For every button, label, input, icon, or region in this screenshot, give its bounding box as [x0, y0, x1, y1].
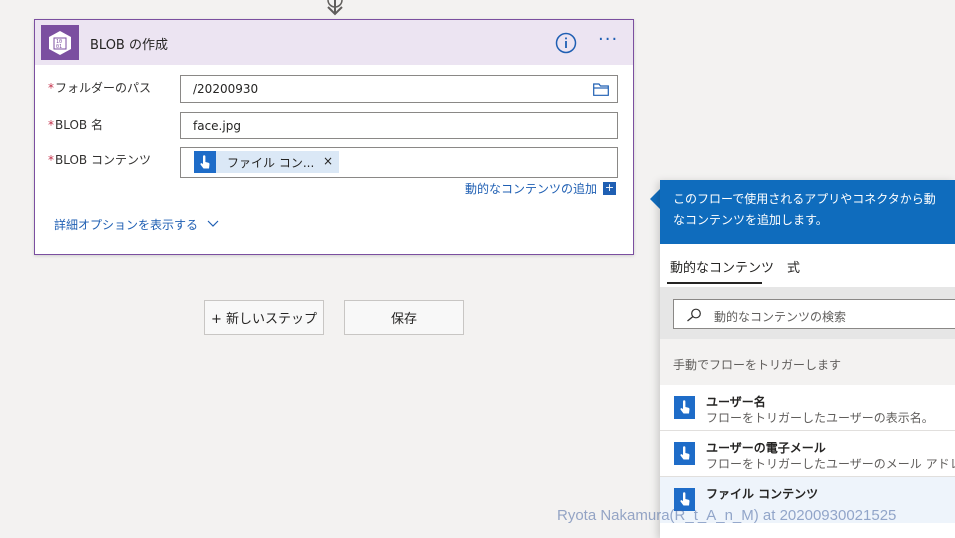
item-description: フローをトリガーしたユーザーの表示名。	[706, 411, 934, 425]
action-title: BLOB の作成	[90, 38, 168, 53]
add-dynamic-content-icon[interactable]: +	[603, 182, 616, 195]
panel-header: このフローで使用されるアプリやコネクタから動 なコンテンツを追加します。	[660, 180, 955, 244]
blob-name-label-text: BLOB 名	[55, 118, 103, 132]
panel-header-line-1: このフローで使用されるアプリやコネクタから動	[673, 192, 936, 206]
add-dynamic-content-link[interactable]: 動的なコンテンツの追加	[465, 180, 597, 197]
folder-path-label-text: フォルダーのパス	[55, 81, 152, 95]
panel-tabs: 動的なコンテンツ 式	[660, 244, 955, 286]
tab-expression[interactable]: 式	[787, 257, 800, 276]
folder-path-input[interactable]: /20200930	[180, 75, 618, 103]
connector-arrow-icon	[327, 0, 343, 16]
item-title: ユーザー名	[706, 395, 766, 409]
manual-trigger-icon	[674, 442, 695, 465]
blob-name-label: *BLOB 名	[48, 116, 103, 133]
manual-trigger-icon	[194, 151, 216, 173]
dynamic-content-search-input[interactable]: 動的なコンテンツの検索	[673, 299, 955, 329]
save-button[interactable]: 保存	[344, 300, 464, 335]
new-step-button[interactable]: + 新しいステップ	[204, 300, 324, 335]
watermark-text: Ryota Nakamura(R_t_A_n_M) at 20200930021…	[557, 507, 897, 524]
show-advanced-options-link[interactable]: 詳細オプションを表示する	[54, 216, 198, 233]
trigger-section-title: 手動でフローをトリガーします	[673, 358, 842, 372]
folder-browse-icon[interactable]	[593, 83, 609, 96]
search-icon	[687, 308, 701, 322]
search-area: 動的なコンテンツの検索	[660, 287, 955, 339]
token-remove-icon[interactable]: ×	[323, 154, 333, 168]
action-card-header[interactable]: 10 01 BLOB の作成 ···	[35, 20, 633, 65]
dynamic-content-panel: このフローで使用されるアプリやコネクタから動 なコンテンツを追加します。 動的な…	[660, 180, 955, 538]
blob-content-label-text: BLOB コンテンツ	[55, 153, 151, 167]
svg-text:01: 01	[56, 44, 62, 50]
more-options-icon[interactable]: ···	[598, 31, 624, 53]
blob-content-input[interactable]: ファイル コン... ×	[180, 147, 618, 178]
info-icon[interactable]	[555, 32, 577, 54]
chevron-down-icon[interactable]	[207, 220, 219, 228]
folder-path-label: *フォルダーのパス	[48, 79, 151, 96]
required-mark: *	[48, 153, 54, 167]
dynamic-item-user-name[interactable]: ユーザー名 フローをトリガーしたユーザーの表示名。	[660, 385, 955, 431]
required-mark: *	[48, 118, 54, 132]
blob-name-input[interactable]: face.jpg	[180, 112, 618, 139]
active-tab-indicator	[667, 282, 762, 284]
trigger-section-header: 手動でフローをトリガーします	[660, 339, 955, 385]
file-content-token[interactable]: ファイル コン... ×	[194, 151, 339, 173]
item-description: フローをトリガーしたユーザーのメール アドレ	[706, 457, 955, 471]
search-placeholder: 動的なコンテンツの検索	[714, 310, 847, 324]
item-title: ファイル コンテンツ	[706, 487, 819, 501]
blob-content-label: *BLOB コンテンツ	[48, 151, 151, 168]
dynamic-item-user-email[interactable]: ユーザーの電子メール フローをトリガーしたユーザーのメール アドレ	[660, 431, 955, 477]
blob-storage-icon: 10 01	[41, 25, 79, 60]
tab-dynamic-content[interactable]: 動的なコンテンツ	[670, 257, 774, 276]
token-label: ファイル コン...	[227, 155, 315, 170]
blob-name-value: face.jpg	[193, 119, 241, 133]
panel-header-line-2: なコンテンツを追加します。	[673, 213, 828, 227]
create-blob-action-card[interactable]: 10 01 BLOB の作成 ··· *フォルダーのパス /20200930 *…	[34, 19, 634, 255]
item-title: ユーザーの電子メール	[706, 441, 826, 455]
required-mark: *	[48, 81, 54, 95]
manual-trigger-icon	[674, 396, 695, 419]
folder-path-value: /20200930	[193, 82, 259, 96]
